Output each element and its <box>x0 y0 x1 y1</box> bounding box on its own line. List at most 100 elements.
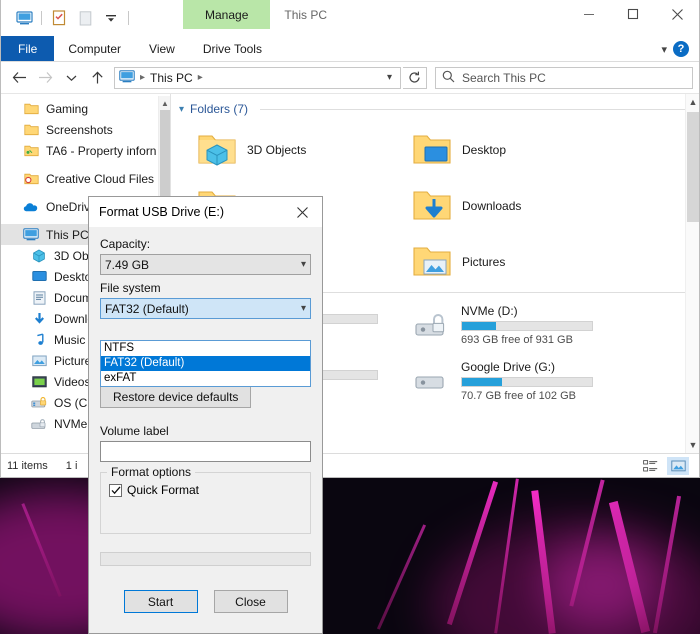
dropdown-option-exfat[interactable]: exFAT <box>101 371 310 386</box>
sidebar-item-label: Picture <box>54 353 92 368</box>
search-icon <box>442 70 455 86</box>
ribbon-tab-bar: File Computer View Drive Tools ▾ ? <box>1 36 699 62</box>
wallpaper-shard <box>376 524 427 630</box>
scroll-up-icon[interactable]: ▲ <box>686 94 699 110</box>
contextual-tab-manage[interactable]: Manage <box>183 0 271 29</box>
this-pc-icon[interactable] <box>11 6 37 30</box>
dialog-title: Format USB Drive (E:) <box>99 205 225 219</box>
dropdown-option-fat32[interactable]: FAT32 (Default) <box>101 356 310 371</box>
folder-icon <box>23 122 39 138</box>
drive-info: Google Drive (G:) 70.7 GB free of 102 GB <box>461 360 593 402</box>
sidebar-item-gaming[interactable]: Gaming <box>1 98 170 119</box>
file-system-value: FAT32 (Default) <box>105 301 189 316</box>
group-title: Folders (7) <box>190 102 249 116</box>
folder-pictures-icon <box>412 243 452 282</box>
status-item-count: 11 items <box>7 459 48 472</box>
format-options-legend: Format options <box>107 465 196 479</box>
up-arrow-icon[interactable] <box>85 66 109 90</box>
tab-drive-tools[interactable]: Drive Tools <box>189 36 276 61</box>
volume-label-label: Volume label <box>100 424 169 438</box>
dropdown-option-ntfs[interactable]: NTFS <box>101 341 310 356</box>
content-scrollbar[interactable]: ▲ ▼ <box>685 94 699 453</box>
breadcrumb-separator[interactable]: ▸ <box>198 72 203 83</box>
file-system-select[interactable]: FAT32 (Default) ▾ <box>100 298 311 319</box>
status-selection: 1 i <box>65 459 78 472</box>
refresh-icon[interactable] <box>403 66 427 89</box>
minimize-icon[interactable] <box>567 0 611 28</box>
sidebar-item-label: 3D Obj <box>54 248 92 263</box>
creative-cloud-icon <box>23 171 39 187</box>
cancel-button[interactable]: Close <box>213 590 288 613</box>
list-item[interactable]: 3D Objects <box>185 122 400 178</box>
list-item[interactable]: Downloads <box>400 178 615 234</box>
tab-computer[interactable]: Computer <box>54 36 135 61</box>
sidebar-item-creative-cloud-files[interactable]: Creative Cloud Files <box>1 168 170 189</box>
quick-format-label: Quick Format <box>127 483 200 497</box>
restore-device-defaults-button[interactable]: Restore device defaults <box>100 385 252 408</box>
sidebar-item-screenshots[interactable]: Screenshots <box>1 119 170 140</box>
details-view-icon[interactable] <box>639 457 661 475</box>
breadcrumb-separator: ▸ <box>140 72 146 83</box>
capacity-select[interactable]: 7.49 GB ▾ <box>100 254 311 275</box>
new-folder-icon[interactable] <box>72 6 98 30</box>
file-system-dropdown-list[interactable]: NTFS FAT32 (Default) exFAT <box>100 340 311 387</box>
drive-free-text: 70.7 GB free of 102 GB <box>461 390 576 402</box>
customize-toolbar-icon[interactable] <box>98 6 124 30</box>
drive-info: NVMe (D:) 693 GB free of 931 GB <box>461 304 593 346</box>
group-header-folders[interactable]: ▾ Folders (7) <box>171 94 699 118</box>
maximize-icon[interactable] <box>611 0 655 28</box>
quick-access-toolbar[interactable] <box>1 0 133 30</box>
forward-arrow-icon <box>33 66 57 90</box>
quick-format-checkbox[interactable] <box>109 483 122 497</box>
sidebar-item-label: NVMe <box>54 416 88 431</box>
shared-folder-icon <box>23 143 39 159</box>
dialog-title-bar: Format USB Drive (E:) <box>89 197 322 227</box>
list-item[interactable]: Desktop <box>400 122 615 178</box>
ribbon-right-controls: ▾ ? <box>661 36 695 62</box>
address-dropdown-icon[interactable]: ▾ <box>387 72 396 83</box>
drive-label: Google Drive (G:) <box>461 360 556 374</box>
downloads-icon <box>31 311 47 327</box>
properties-icon[interactable] <box>46 6 72 30</box>
breadcrumb[interactable]: ▸ This PC ▸ ▾ <box>114 66 401 89</box>
large-icons-view-icon[interactable] <box>667 456 689 475</box>
close-icon[interactable] <box>655 0 699 28</box>
quick-format-row[interactable]: Quick Format <box>109 483 302 497</box>
sidebar-item-label: Creative Cloud Files <box>46 171 155 186</box>
chevron-down-icon[interactable]: ▾ <box>179 104 184 115</box>
tab-file[interactable]: File <box>1 36 55 61</box>
format-progress-bar <box>100 552 311 566</box>
capacity-value: 7.49 GB <box>105 257 150 272</box>
tab-view[interactable]: View <box>135 36 189 61</box>
sidebar-item-ta6[interactable]: TA6 - Property inforn <box>1 140 170 161</box>
list-item[interactable]: NVMe (D:) 693 GB free of 931 GB <box>400 297 615 353</box>
folder-3d-objects-icon <box>197 131 237 170</box>
sidebar-item-label: This PC <box>46 227 89 242</box>
volume-label-input[interactable] <box>100 441 311 462</box>
scrollbar-thumb[interactable] <box>687 112 699 222</box>
scroll-down-icon[interactable]: ▼ <box>686 437 699 453</box>
help-icon[interactable]: ? <box>673 41 689 57</box>
start-button[interactable]: Start <box>123 590 198 613</box>
list-item-label: 3D Objects <box>247 143 307 157</box>
list-item[interactable]: Google Drive (G:) 70.7 GB free of 102 GB <box>400 353 615 409</box>
breadcrumb-item-this-pc[interactable]: This PC <box>150 71 193 85</box>
scroll-up-icon[interactable]: ▲ <box>159 96 170 110</box>
close-icon[interactable] <box>282 197 322 227</box>
format-options-group: Format options Quick Format <box>100 465 311 534</box>
recent-locations-icon[interactable] <box>59 66 83 90</box>
back-arrow-icon[interactable] <box>7 66 31 90</box>
chevron-down-icon[interactable]: ▾ <box>661 43 667 56</box>
list-item-label: Downloads <box>462 199 522 213</box>
dialog-buttons: Start Close <box>100 590 311 613</box>
group-divider <box>260 108 689 110</box>
videos-icon <box>31 374 47 390</box>
drive-usage-bar <box>461 321 593 331</box>
pictures-icon <box>31 353 47 369</box>
view-buttons <box>639 456 693 475</box>
dialog-body: Capacity: 7.49 GB ▾ File system FAT32 (D… <box>89 227 322 613</box>
list-item[interactable]: Pictures <box>400 234 615 290</box>
list-item-label: Desktop <box>462 143 507 157</box>
search-input[interactable]: Search This PC <box>435 66 693 89</box>
